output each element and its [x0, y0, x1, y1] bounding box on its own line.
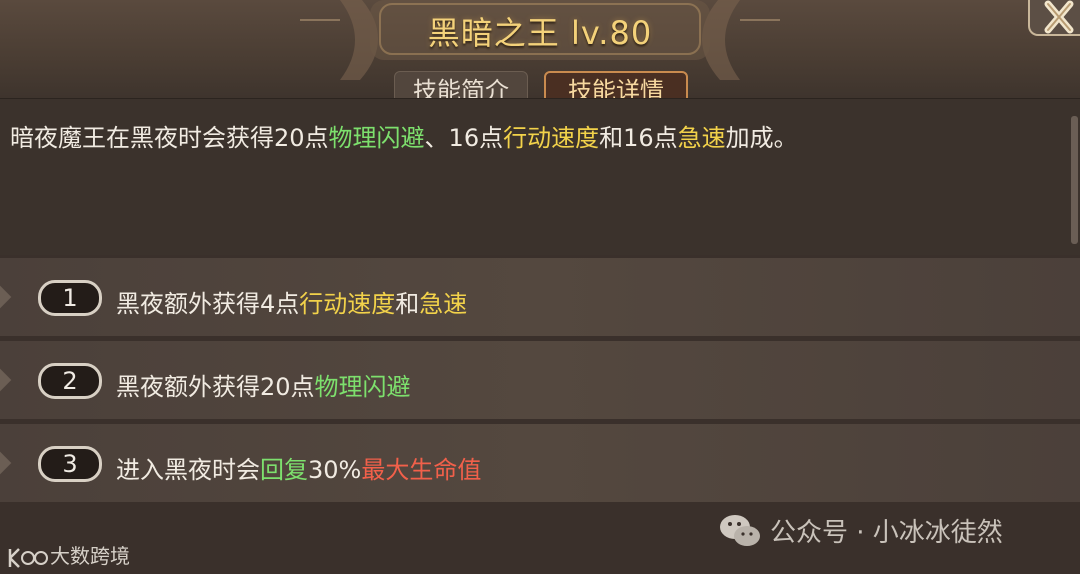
close-icon: [1044, 0, 1074, 34]
detail-plain-text: 进入黑夜时会: [116, 456, 260, 484]
detail-row-1: 1 黑夜额外获得4点行动速度和急速: [0, 258, 1080, 336]
detail-keyword-action-speed: 行动速度: [299, 290, 396, 318]
detail-keyword-recover: 回复: [260, 456, 308, 484]
detail-plain-text: 30%: [308, 456, 362, 484]
detail-keyword-haste: 急速: [419, 290, 468, 318]
corner-logo-icon: [8, 547, 48, 568]
desc-text: 暗夜魔王在黑夜时会获得20点: [10, 124, 329, 152]
detail-number-badge: 2: [38, 363, 102, 399]
detail-plain-text: 和: [395, 290, 420, 318]
desc-keyword-physical-dodge: 物理闪避: [328, 124, 425, 152]
detail-keyword-physical-dodge: 物理闪避: [314, 373, 411, 401]
corner-logo-text: 大数跨境: [50, 544, 130, 568]
detail-text: 进入黑夜时会回复30%最大生命值: [116, 450, 481, 485]
detail-row-2: 2 黑夜额外获得20点物理闪避: [0, 341, 1080, 419]
detail-number-badge: 3: [38, 446, 102, 482]
scrollbar-thumb[interactable]: [1071, 116, 1078, 244]
desc-text: 和16点: [599, 124, 678, 152]
detail-plain-text: 黑夜额外获得20点: [116, 373, 315, 401]
watermark-text: 公众号 · 小冰冰徒然: [770, 518, 1003, 548]
diamond-icon: [0, 451, 12, 475]
desc-text: 加成。: [725, 124, 798, 152]
desc-keyword-action-speed: 行动速度: [503, 124, 600, 152]
description-scrollbar[interactable]: [1071, 116, 1078, 244]
detail-text: 黑夜额外获得4点行动速度和急速: [116, 284, 467, 319]
detail-plain-text: 黑夜额外获得4点: [116, 290, 300, 318]
skill-title: 黑暗之王 lv.80: [427, 14, 653, 52]
detail-text: 黑夜额外获得20点物理闪避: [116, 367, 411, 402]
header-bar: 黑暗之王 lv.80: [0, 0, 1080, 98]
close-button[interactable]: [1028, 0, 1080, 36]
corner-logo: 大数跨境: [6, 540, 130, 571]
desc-text: 、16点: [424, 124, 504, 152]
detail-list: 1 黑夜额外获得4点行动速度和急速 2 黑夜额外获得20点物理闪避 3 进入黑夜…: [0, 254, 1080, 502]
detail-number-badge: 1: [38, 280, 102, 316]
detail-row-3: 3 进入黑夜时会回复30%最大生命值: [0, 424, 1080, 502]
diamond-icon: [0, 285, 12, 309]
desc-keyword-haste: 急速: [677, 124, 726, 152]
skill-description: 暗夜魔王在黑夜时会获得20点物理闪避、16点行动速度和16点急速加成。: [10, 118, 1050, 153]
diamond-icon: [0, 368, 12, 392]
detail-keyword-max-hp: 最大生命值: [361, 456, 482, 484]
wechat-icon: [720, 515, 760, 546]
